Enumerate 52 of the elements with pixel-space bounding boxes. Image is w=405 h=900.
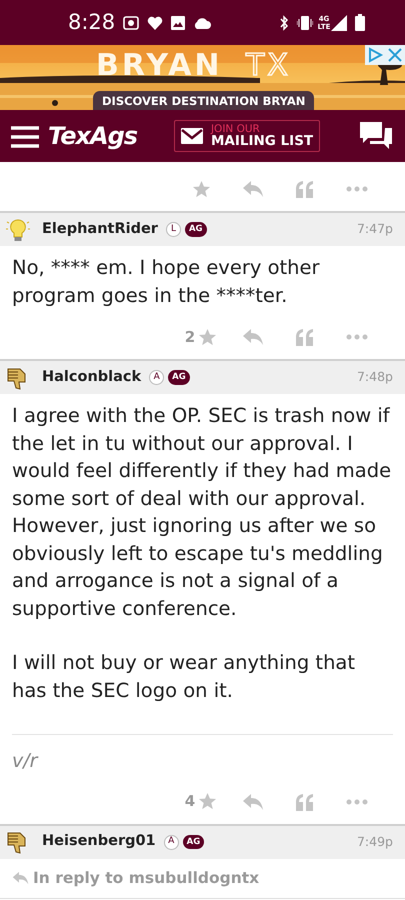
site-logo[interactable]: TexAgs bbox=[48, 118, 138, 154]
star-icon bbox=[192, 180, 210, 198]
quote-icon bbox=[295, 328, 315, 346]
heart-icon bbox=[147, 16, 164, 30]
post-time: 7:47p bbox=[356, 220, 393, 238]
adchoices-icon[interactable] bbox=[365, 45, 385, 65]
ad-headline: TX bbox=[246, 49, 291, 83]
clock-text: 8:28 bbox=[68, 8, 116, 36]
close-icon[interactable] bbox=[385, 45, 405, 65]
reply-icon bbox=[242, 792, 264, 810]
envelope-icon bbox=[180, 128, 203, 144]
rank-badge: A bbox=[164, 834, 179, 850]
quote-icon bbox=[295, 180, 315, 198]
lightbulb-icon bbox=[6, 218, 30, 242]
ad-tagline: DISCOVER DESTINATION BRYAN bbox=[93, 91, 314, 110]
post-text: I agree with the OP. SEC is trash now if the let in tu without our approval. I would feel differently if they had made some sort of deal with our approval. However, just ignoring us after we so obviously left to escape tu's meddling and arrogance is not a signal of a supportive conference. bbox=[12, 403, 392, 622]
reply-icon bbox=[242, 180, 264, 198]
more-icon bbox=[346, 186, 368, 192]
signature-text: v/r bbox=[12, 750, 38, 772]
username[interactable]: Heisenberg01 bbox=[42, 831, 156, 853]
image-icon bbox=[171, 16, 186, 30]
mailing-list-label: JOIN OUR bbox=[210, 124, 261, 134]
mailing-list-button[interactable]: JOIN OUR MAILING LIST bbox=[174, 120, 320, 152]
signal-icon bbox=[331, 14, 347, 30]
cloud-icon bbox=[193, 16, 212, 28]
username[interactable]: ElephantRider bbox=[42, 218, 158, 240]
rank-badge: A bbox=[149, 370, 164, 385]
username[interactable]: Halconblack bbox=[42, 366, 142, 388]
like-count: 2 bbox=[184, 326, 196, 348]
post-time: 7:48p bbox=[356, 368, 393, 386]
quote-icon bbox=[295, 792, 315, 810]
bluetooth-icon bbox=[279, 14, 289, 30]
reply-icon bbox=[12, 871, 29, 886]
reply-icon bbox=[242, 328, 264, 346]
star-icon bbox=[198, 792, 218, 811]
camera-icon bbox=[123, 16, 140, 30]
battery-icon bbox=[355, 14, 365, 31]
post-text: I will not buy or wear anything that has the SEC logo on it. bbox=[12, 650, 356, 704]
school-badge: AG bbox=[168, 370, 190, 385]
ad-headline: BRYAN bbox=[96, 49, 223, 83]
mailing-list-label: MAILING LIST bbox=[210, 134, 314, 148]
school-badge: AG bbox=[184, 222, 207, 237]
star-icon bbox=[198, 328, 218, 346]
more-icon bbox=[346, 798, 368, 804]
school-badge: AG bbox=[182, 834, 204, 850]
more-icon bbox=[346, 334, 368, 340]
like-count: 4 bbox=[184, 791, 196, 812]
post-text: No, **** em. I hope every other program goes in the ****ter. bbox=[12, 255, 321, 308]
post-time: 7:49p bbox=[356, 832, 393, 851]
rank-badge: L bbox=[166, 222, 181, 237]
menu-icon bbox=[11, 126, 39, 148]
vibrate-icon bbox=[297, 14, 313, 30]
